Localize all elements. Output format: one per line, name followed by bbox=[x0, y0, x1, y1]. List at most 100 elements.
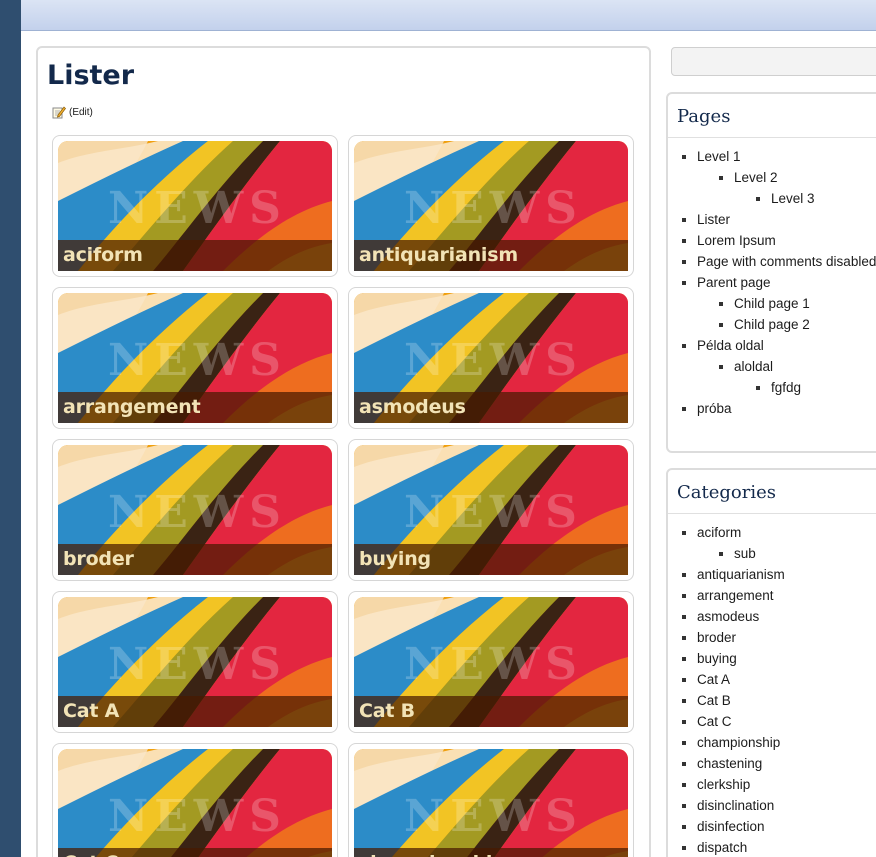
category-link[interactable]: sub bbox=[734, 546, 756, 561]
page-item-aloldal[interactable]: aloldal fgfdg bbox=[717, 356, 876, 398]
news-watermark: NEWS bbox=[404, 487, 583, 538]
page-item-proba[interactable]: próba bbox=[680, 398, 876, 419]
news-watermark: NEWS bbox=[404, 791, 583, 842]
news-watermark: NEWS bbox=[108, 639, 287, 690]
page-item-lister[interactable]: Lister bbox=[680, 209, 876, 230]
pages-widget-title: Pages bbox=[668, 94, 876, 138]
subpage-card[interactable]: NEWS broder bbox=[52, 439, 338, 581]
category-link[interactable]: antiquarianism bbox=[697, 567, 785, 582]
page-link[interactable]: Példa oldal bbox=[697, 338, 764, 353]
category-item[interactable]: Cat A bbox=[680, 669, 876, 690]
card-caption: Cat C bbox=[63, 852, 119, 857]
category-item[interactable]: asmodeus bbox=[680, 606, 876, 627]
category-item[interactable]: broder bbox=[680, 627, 876, 648]
category-link[interactable]: championship bbox=[697, 735, 780, 750]
card-thumbnail: NEWS aciform bbox=[58, 141, 332, 271]
card-thumbnail: NEWS arrangement bbox=[58, 293, 332, 423]
card-caption: asmodeus bbox=[359, 396, 466, 418]
page-link[interactable]: Level 1 bbox=[697, 149, 741, 164]
subpage-card[interactable]: NEWS buying bbox=[348, 439, 634, 581]
category-link[interactable]: disinfection bbox=[697, 819, 765, 834]
search-box[interactable] bbox=[671, 47, 876, 76]
subpage-card[interactable]: NEWS Cat C bbox=[52, 743, 338, 857]
card-thumbnail: NEWS asmodeus bbox=[354, 293, 628, 423]
subpage-card[interactable]: NEWS aciform bbox=[52, 135, 338, 277]
page-link[interactable]: próba bbox=[697, 401, 732, 416]
card-caption: arrangement bbox=[63, 396, 201, 418]
news-watermark: NEWS bbox=[108, 335, 287, 386]
page-link[interactable]: Lorem Ipsum bbox=[697, 233, 776, 248]
category-item[interactable]: chastening bbox=[680, 753, 876, 774]
page-link[interactable]: fgfdg bbox=[771, 380, 801, 395]
page-link[interactable]: Parent page bbox=[697, 275, 771, 290]
category-item[interactable]: championship bbox=[680, 732, 876, 753]
card-caption: aciform bbox=[63, 244, 143, 266]
pencil-icon bbox=[52, 105, 66, 119]
page-item-level-1[interactable]: Level 1 Level 2 Level 3 bbox=[680, 146, 876, 209]
category-item[interactable]: buying bbox=[680, 648, 876, 669]
page-item-comments-disabled[interactable]: Page with comments disabled bbox=[680, 251, 876, 272]
category-link[interactable]: chastening bbox=[697, 756, 762, 771]
category-link[interactable]: broder bbox=[697, 630, 736, 645]
subpage-card[interactable]: NEWS championship bbox=[348, 743, 634, 857]
card-caption: broder bbox=[63, 548, 134, 570]
page-item-parent-page[interactable]: Parent page Child page 1 Child page 2 bbox=[680, 272, 876, 335]
category-link[interactable]: Cat A bbox=[697, 672, 730, 687]
card-thumbnail: NEWS buying bbox=[354, 445, 628, 575]
page-item-level-3[interactable]: Level 3 bbox=[754, 188, 876, 209]
category-item[interactable]: sub bbox=[717, 543, 876, 564]
card-caption: Cat A bbox=[63, 700, 120, 722]
subpage-card[interactable]: NEWS arrangement bbox=[52, 287, 338, 429]
page-item-level-2[interactable]: Level 2 Level 3 bbox=[717, 167, 876, 209]
pages-widget: Pages Level 1 Level 2 Level 3 Lister Lor… bbox=[666, 92, 876, 453]
subpage-card[interactable]: NEWS Cat A bbox=[52, 591, 338, 733]
page-item-child-1[interactable]: Child page 1 bbox=[717, 293, 876, 314]
page-link[interactable]: Page with comments disabled bbox=[697, 254, 876, 269]
category-link[interactable]: arrangement bbox=[697, 588, 774, 603]
subpage-grid: NEWS aciform NEWS antiquarianism NEWS arrange… bbox=[52, 135, 634, 857]
category-item[interactable]: disinfection bbox=[680, 816, 876, 837]
page-item-pelda-oldal[interactable]: Példa oldal aloldal fgfdg bbox=[680, 335, 876, 398]
news-watermark: NEWS bbox=[404, 183, 583, 234]
category-link[interactable]: dispatch bbox=[697, 840, 747, 855]
card-thumbnail: NEWS Cat A bbox=[58, 597, 332, 727]
card-caption: championship bbox=[359, 852, 506, 857]
category-item[interactable]: clerkship bbox=[680, 774, 876, 795]
category-item[interactable]: Cat C bbox=[680, 711, 876, 732]
category-item[interactable]: antiquarianism bbox=[680, 564, 876, 585]
card-thumbnail: NEWS Cat B bbox=[354, 597, 628, 727]
card-caption: buying bbox=[359, 548, 431, 570]
categories-widget-title: Categories bbox=[668, 470, 876, 514]
subpage-card[interactable]: NEWS antiquarianism bbox=[348, 135, 634, 277]
card-thumbnail: NEWS broder bbox=[58, 445, 332, 575]
category-item[interactable]: dispatch bbox=[680, 837, 876, 857]
news-watermark: NEWS bbox=[404, 335, 583, 386]
category-item[interactable]: Cat B bbox=[680, 690, 876, 711]
page-item-lorem-ipsum[interactable]: Lorem Ipsum bbox=[680, 230, 876, 251]
category-link[interactable]: disinclination bbox=[697, 798, 774, 813]
category-item[interactable]: aciform sub bbox=[680, 522, 876, 564]
category-link[interactable]: buying bbox=[697, 651, 737, 666]
category-link[interactable]: Cat B bbox=[697, 693, 731, 708]
news-watermark: NEWS bbox=[404, 639, 583, 690]
pages-list: Level 1 Level 2 Level 3 Lister Lorem Ips… bbox=[668, 138, 876, 419]
subpage-card[interactable]: NEWS Cat B bbox=[348, 591, 634, 733]
page-link[interactable]: Child page 2 bbox=[734, 317, 810, 332]
page-item-fgfdg[interactable]: fgfdg bbox=[754, 377, 876, 398]
page-link[interactable]: Lister bbox=[697, 212, 730, 227]
page-link[interactable]: Level 2 bbox=[734, 170, 778, 185]
card-caption: Cat B bbox=[359, 700, 415, 722]
page-item-child-2[interactable]: Child page 2 bbox=[717, 314, 876, 335]
page-link[interactable]: aloldal bbox=[734, 359, 773, 374]
category-link[interactable]: asmodeus bbox=[697, 609, 759, 624]
category-item[interactable]: arrangement bbox=[680, 585, 876, 606]
category-item[interactable]: disinclination bbox=[680, 795, 876, 816]
category-link[interactable]: Cat C bbox=[697, 714, 732, 729]
category-link[interactable]: aciform bbox=[697, 525, 741, 540]
edit-link[interactable]: (Edit) bbox=[52, 104, 93, 120]
page-link[interactable]: Child page 1 bbox=[734, 296, 810, 311]
subpage-card[interactable]: NEWS asmodeus bbox=[348, 287, 634, 429]
edit-label: (Edit) bbox=[69, 106, 93, 118]
page-link[interactable]: Level 3 bbox=[771, 191, 815, 206]
category-link[interactable]: clerkship bbox=[697, 777, 750, 792]
